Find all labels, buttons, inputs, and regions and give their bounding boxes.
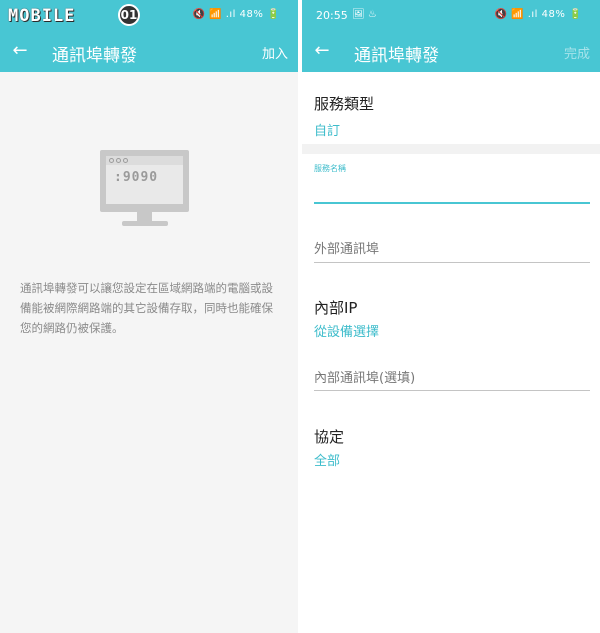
window-dot-icon [123, 158, 128, 163]
monitor-illustration: :9090 [100, 150, 190, 230]
external-port-underline [314, 262, 590, 263]
monitor-base [122, 221, 168, 226]
done-button[interactable]: 完成 [564, 43, 590, 62]
empty-state-description: 通訊埠轉發可以讓您設定在區域網路端的電腦或設備能被網際網路端的其它設備存取，同時… [20, 281, 273, 335]
status-icons: 🔇 📶 .ıl 48% 🔋 [192, 9, 280, 20]
window-titlebar [106, 156, 183, 165]
protocol-select[interactable]: 全部 [314, 450, 340, 469]
app-bar: ← 通訊埠轉發 完成 [302, 32, 600, 72]
window-dot-icon [109, 158, 114, 163]
add-button[interactable]: 加入 [262, 43, 288, 62]
monitor-screen: :9090 [100, 150, 189, 212]
monitor-window: :9090 [106, 156, 183, 204]
service-name-input[interactable] [314, 202, 590, 204]
window-dot-icon [116, 158, 121, 163]
status-bar: MOBILE 01 🔇 📶 .ıl 48% 🔋 [0, 0, 298, 32]
select-from-device-link[interactable]: 從設備選擇 [314, 321, 379, 340]
status-bar: 20:55 🖼 ♨ 🔇 📶 .ıl 48% 🔋 [302, 0, 600, 32]
internal-port-input[interactable]: 內部通訊埠(選填) [314, 367, 415, 386]
status-icons: 🔇 📶 .ıl 48% 🔋 [494, 9, 582, 20]
page-title: 通訊埠轉發 [52, 46, 137, 66]
notification-icons: 🖼 ♨ [352, 9, 377, 20]
protocol-label: 協定 [314, 428, 345, 446]
internal-port-underline [314, 390, 590, 391]
right-screen: 20:55 🖼 ♨ 🔇 📶 .ıl 48% 🔋 ← 通訊埠轉發 完成 服務類型 … [302, 0, 600, 633]
watermark-badge: 01 [118, 4, 140, 26]
internal-ip-label: 內部IP [314, 299, 358, 317]
section-separator [302, 144, 600, 154]
watermark-logo: MOBILE [8, 6, 76, 26]
back-arrow-icon[interactable]: ← [312, 41, 332, 61]
service-type-select[interactable]: 自訂 [314, 120, 340, 139]
page-title: 通訊埠轉發 [354, 46, 439, 66]
app-bar: ← 通訊埠轉發 加入 [0, 32, 298, 72]
external-port-input[interactable]: 外部通訊埠 [314, 238, 379, 257]
left-screen: MOBILE 01 🔇 📶 .ıl 48% 🔋 ← 通訊埠轉發 加入 :9090… [0, 0, 298, 633]
service-name-label: 服務名稱 [314, 164, 346, 173]
port-number: :9090 [114, 170, 159, 185]
back-arrow-icon[interactable]: ← [10, 41, 30, 61]
service-type-label: 服務類型 [314, 95, 375, 113]
status-time: 20:55 [316, 9, 348, 22]
